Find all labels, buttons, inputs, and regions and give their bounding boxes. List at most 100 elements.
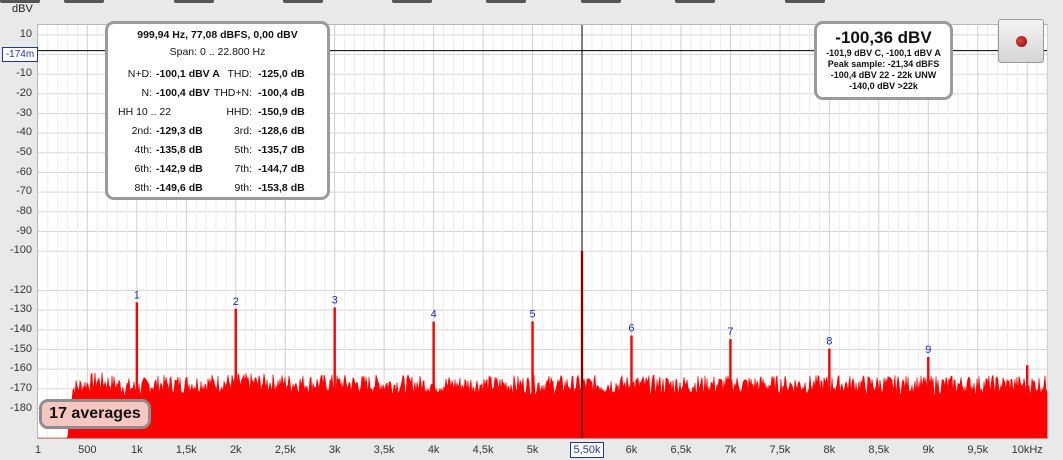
stats-row: 4th: -135,8 dB 5th: -135,7 dB [108, 144, 327, 160]
level-detail-line: Peak sample: -21,34 dBFS [827, 59, 940, 69]
x-tick-label: 6,5k [670, 444, 692, 456]
harmonic-peak [531, 321, 534, 393]
x-tick-label: 1k [131, 444, 143, 456]
x-tick-label: 5k [526, 444, 539, 456]
x-tick-label: 3k [328, 444, 341, 456]
y-tick-label: -160 [9, 362, 32, 375]
x-tick-label: 2k [229, 444, 242, 456]
harmonic-peak [432, 321, 435, 393]
y-tick-label: -130 [9, 303, 32, 316]
harmonic-peak [135, 302, 139, 393]
y-tick-label: -70 [16, 185, 32, 198]
x-tick-label: 1,5k [175, 444, 197, 456]
y-tick-label: -60 [16, 165, 32, 178]
level-detail-line: -101,9 dBV C, -100,1 dBV A [826, 48, 941, 58]
stats-right-value: -128,6 dB [258, 125, 305, 137]
harmonic-label: 7 [727, 326, 733, 338]
harmonic-peak [729, 339, 732, 393]
averages-badge: 17 averages [39, 399, 151, 429]
stats-right-label: THD: [227, 68, 253, 80]
y-tick-label: -150 [9, 342, 32, 355]
stats-left-value: -149,6 dB [156, 182, 203, 194]
x-tick-label: 6k [625, 444, 638, 456]
harmonic-peak [333, 307, 336, 393]
stats-left-value: -142,9 dB [156, 163, 203, 175]
y-tick-label: -50 [16, 145, 32, 158]
harmonic-label: 4 [431, 309, 437, 321]
stats-left-value: -100,4 dBV [156, 87, 210, 99]
stats-row: 6th: -142,9 dB 7th: -144,7 dB [108, 163, 327, 179]
harmonic-label: 5 [529, 308, 535, 320]
span-readout: Span: 0 .. 22.800 Hz [169, 46, 266, 58]
stats-left-label: N: [141, 87, 153, 99]
stats-right-value: -125,0 dB [258, 68, 305, 80]
y-tick-label: -100 [9, 244, 32, 257]
stats-left-label: 8th: [134, 182, 152, 194]
harmonic-label: 6 [628, 323, 634, 335]
level-readout-box[interactable]: -100,36 dBV -101,9 dBV C, -100,1 dBV A P… [814, 21, 953, 100]
y-tick-label: -180 [9, 401, 32, 414]
stats-left-label: 2nd: [131, 125, 152, 137]
stats-right-label: 5th: [234, 144, 252, 156]
y-tick-label: -20 [16, 86, 32, 99]
harmonic-label: 1 [134, 289, 140, 301]
x-tick-label: 500 [78, 444, 97, 456]
x-tick-label: 2,5k [274, 444, 296, 456]
stats-right-label: 7th: [234, 163, 252, 175]
stats-row: HH 10 .. 22 HHD: -150,9 dB [108, 106, 327, 122]
level-detail-line: -140,0 dBV >22k [849, 81, 918, 91]
record-button[interactable] [998, 19, 1044, 63]
x-tick-label: 7,5k [769, 444, 791, 456]
y-tick-label: -170 [9, 381, 32, 394]
stats-right-label: 3rd: [233, 125, 252, 137]
harmonic-label: 3 [332, 294, 338, 306]
x-tick-label: 9,5k [967, 444, 989, 456]
y-tick-label: -10 [16, 67, 32, 80]
stats-row: N+D: -100,1 dBV A THD: -125,0 dB [108, 68, 327, 84]
stats-left-value: -100,1 dBV A [156, 68, 220, 80]
x-tick-label: 9k [922, 444, 935, 456]
y-tick-label: -80 [16, 204, 32, 217]
distortion-stats-box[interactable]: 999,94 Hz, 77,08 dBFS, 0,00 dBV Span: 0 … [105, 21, 330, 200]
x-tick-label: 3,5k [373, 444, 395, 456]
x-tick-label: 10kHz [1011, 444, 1043, 456]
stats-left-value: -135,8 dB [156, 144, 203, 156]
cursor-x-readout: 5,50k [570, 442, 604, 458]
x-tick-label: 4k [427, 444, 440, 456]
fundamental-readout: 999,94 Hz, 77,08 dBFS, 0,00 dBV [137, 29, 298, 41]
stats-left-label: HH 10 .. 22 [118, 106, 172, 118]
stats-row: 8th: -149,6 dB 9th: -153,8 dB [108, 182, 327, 198]
y-tick-label: -40 [16, 126, 32, 139]
stats-left-value: -129,3 dB [156, 125, 203, 137]
y-tick-label: -120 [9, 283, 32, 296]
harmonic-label: 2 [233, 296, 239, 308]
stats-right-value: -100,4 dB [258, 87, 305, 99]
y-tick-label: -90 [16, 224, 32, 237]
y-tick-label: -140 [9, 322, 32, 335]
x-tick-label: 8,5k [868, 444, 890, 456]
harmonic-peak [828, 348, 831, 393]
level-main-value: -100,36 dBV [835, 28, 932, 47]
stats-right-value: -150,9 dB [258, 106, 305, 118]
harmonic-peak [1026, 365, 1029, 393]
level-detail-line: -100,4 dBV 22 - 22k UNW [830, 70, 937, 80]
record-dot-icon [1016, 36, 1027, 47]
harmonic-peak [630, 335, 633, 393]
stats-right-value: -135,7 dB [258, 144, 305, 156]
stats-right-label: HHD: [226, 106, 252, 118]
stats-right-label: THD+N: [213, 87, 252, 99]
x-tick-label: 1 [34, 444, 42, 456]
harmonic-label: 9 [925, 344, 931, 356]
y-tick-label: -30 [16, 106, 32, 119]
harmonic-peak [234, 308, 237, 393]
stats-right-value: -144,7 dB [258, 163, 305, 175]
x-tick-label: 7k [724, 444, 737, 456]
x-tick-label: 8k [823, 444, 836, 456]
stats-row: 2nd: -129,3 dB 3rd: -128,6 dB [108, 125, 327, 141]
x-tick-label: 4,5k [472, 444, 494, 456]
stats-left-label: 4th: [134, 144, 152, 156]
cursor-y-readout: -174m [2, 47, 38, 62]
harmonic-peak [927, 356, 930, 393]
stats-left-label: 6th: [134, 163, 152, 175]
stats-row: N: -100,4 dBV THD+N: -100,4 dB [108, 87, 327, 103]
